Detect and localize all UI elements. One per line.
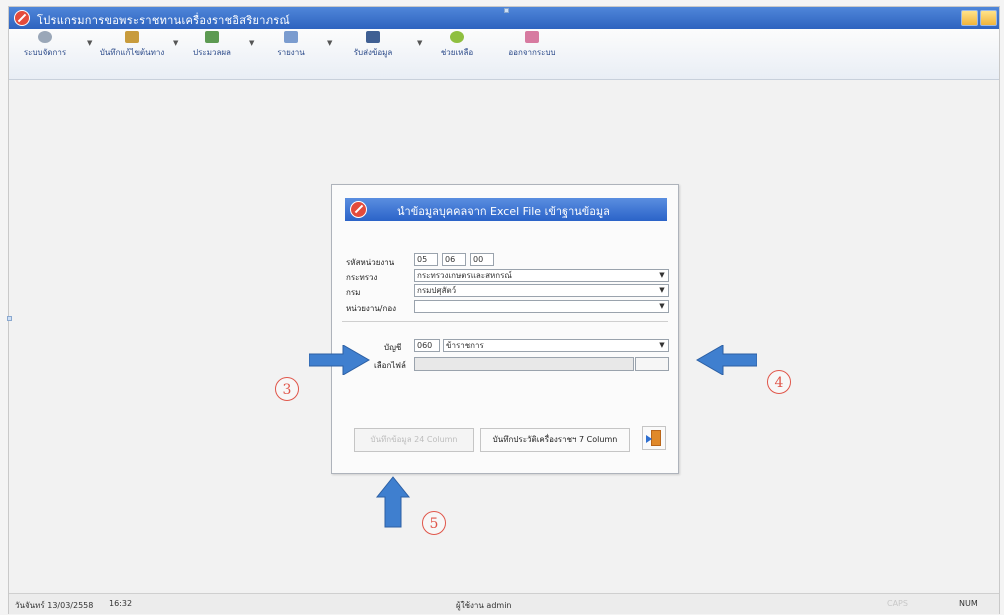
arrow-left-icon	[695, 345, 757, 375]
exit-door-icon	[651, 430, 661, 446]
step-badge-3: 3	[275, 377, 299, 401]
unit-code-field-1[interactable]: 05	[414, 253, 438, 266]
department-label: กรม	[346, 288, 361, 297]
dropdown-arrow-icon[interactable]: ▼	[249, 39, 254, 47]
unit-code-field-2[interactable]: 06	[442, 253, 466, 266]
resize-handle-left[interactable]	[7, 316, 12, 321]
toolbar-process-button[interactable]: ประมวลผล ▼	[181, 31, 254, 59]
edit-icon	[125, 31, 139, 43]
exit-window-button[interactable]	[980, 10, 997, 26]
section-divider	[342, 321, 668, 322]
toolbar: ระบบจัดการ ▼ บันทึกแก้ไขต้นทาง ▼ ประมวลผ…	[9, 29, 999, 80]
help-icon	[450, 31, 464, 43]
process-icon	[205, 31, 219, 43]
ministry-select[interactable]: กระทรวงเกษตรและสหกรณ์ ▼	[414, 269, 669, 282]
main-window: โปรแกรมการขอพระราชทานเครื่องราชอิสริยาภร…	[8, 6, 1000, 614]
dropdown-arrow-icon[interactable]: ▼	[327, 39, 332, 47]
dropdown-arrow-icon[interactable]: ▼	[657, 340, 667, 351]
step-badge-4: 4	[767, 370, 791, 394]
dialog-header: นำข้อมูลบุคคลจาก Excel File เข้าฐานข้อมู…	[345, 198, 667, 221]
division-select[interactable]: ▼	[414, 300, 669, 313]
workspace: นำข้อมูลบุคคลจาก Excel File เข้าฐานข้อมู…	[9, 80, 999, 590]
status-bar: วันจันทร์ 13/03/2558 16:32 ผู้ใช้งาน adm…	[9, 593, 999, 614]
key-icon	[38, 31, 52, 43]
exit-dialog-button[interactable]	[642, 426, 666, 450]
toolbar-system-button[interactable]: ระบบจัดการ ▼	[15, 31, 92, 59]
toolbar-edit-button[interactable]: บันทึกแก้ไขต้นทาง ▼	[93, 31, 178, 59]
dropdown-arrow-icon[interactable]: ▼	[417, 39, 422, 47]
ministry-label: กระทรวง	[346, 273, 378, 282]
status-user: ผู้ใช้งาน admin	[456, 601, 512, 610]
import-excel-dialog: นำข้อมูลบุคคลจาก Excel File เข้าฐานข้อมู…	[331, 184, 679, 474]
dropdown-arrow-icon[interactable]: ▼	[173, 39, 178, 47]
logout-icon	[525, 31, 539, 43]
dropdown-arrow-icon[interactable]: ▼	[657, 285, 667, 296]
save-7-column-button[interactable]: บันทึกประวัติเครื่องราชฯ 7 Column	[480, 428, 630, 452]
toolbar-help-button[interactable]: ช่วยเหลือ	[429, 31, 485, 59]
account-code-field[interactable]: 060	[414, 339, 440, 352]
toolbar-transfer-button[interactable]: รับส่งข้อมูล ▼	[345, 31, 422, 59]
resize-handle-top[interactable]	[504, 8, 509, 13]
toolbar-logout-button[interactable]: ออกจากระบบ	[503, 31, 561, 59]
status-num: NUM	[959, 599, 978, 608]
arrow-up-icon	[375, 476, 411, 528]
status-caps: CAPS	[887, 599, 908, 608]
browse-file-button[interactable]	[635, 357, 669, 371]
file-label: เลือกไฟล์	[374, 361, 406, 370]
dropdown-arrow-icon[interactable]: ▼	[657, 301, 667, 312]
window-title: โปรแกรมการขอพระราชทานเครื่องราชอิสริยาภร…	[37, 14, 291, 27]
dropdown-arrow-icon[interactable]: ▼	[87, 39, 92, 47]
division-label: หน่วยงาน/กอง	[346, 304, 397, 313]
unit-code-field-3[interactable]: 00	[470, 253, 494, 266]
step-badge-5: 5	[422, 511, 446, 535]
account-label: บัญชี	[384, 343, 402, 352]
minimize-button[interactable]	[961, 10, 978, 26]
department-select[interactable]: กรมปศุสัตว์ ▼	[414, 284, 669, 297]
report-icon	[284, 31, 298, 43]
app-icon	[14, 10, 30, 26]
save-24-column-button[interactable]: บันทึกข้อมูล 24 Column	[354, 428, 474, 452]
dropdown-arrow-icon[interactable]: ▼	[657, 270, 667, 281]
save-icon	[366, 31, 380, 43]
toolbar-report-button[interactable]: รายงาน ▼	[265, 31, 332, 59]
status-date: วันจันทร์ 13/03/2558	[15, 601, 94, 610]
account-select[interactable]: ข้าราชการ ▼	[443, 339, 669, 352]
dialog-title: นำข้อมูลบุคคลจาก Excel File เข้าฐานข้อมู…	[397, 205, 610, 218]
arrow-right-icon	[309, 345, 371, 375]
app-logo-icon	[350, 201, 367, 218]
status-time: 16:32	[109, 599, 133, 608]
file-path-field[interactable]	[414, 357, 634, 371]
unit-code-label: รหัสหน่วยงาน	[346, 258, 395, 267]
